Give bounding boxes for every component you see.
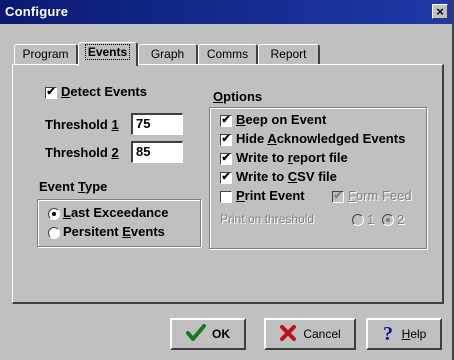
detect-events-label: Detect Events <box>61 84 147 99</box>
hide-acknowledged-events-checkbox[interactable]: ✔ <box>220 134 232 146</box>
tab-events-label: Events <box>84 44 131 60</box>
help-label: Help <box>401 327 427 341</box>
threshold-2-input[interactable]: 85 <box>131 141 183 163</box>
tab-comms[interactable]: Comms <box>198 44 258 64</box>
checkmark-icon: ✔ <box>221 114 231 126</box>
event-type-group: Last Exceedance Persitent Events <box>37 199 201 247</box>
checkmark-icon: ✔ <box>333 190 343 202</box>
title-bar[interactable]: Configure × <box>0 0 452 24</box>
options-label: Options <box>213 89 263 104</box>
print-threshold-2-label: 2 <box>397 212 405 227</box>
tab-report-label: Report <box>270 47 307 61</box>
write-to-report-file-checkbox[interactable]: ✔ <box>220 153 232 165</box>
tab-graph[interactable]: Graph <box>138 44 198 64</box>
configure-window: Configure × Program Events Graph Comms R… <box>0 0 454 360</box>
print-threshold-2-radio[interactable] <box>382 214 394 226</box>
events-tab-panel: ✔ Detect Events Threshold 1 75 Threshold… <box>12 64 444 304</box>
persitent-events-label: Persitent Events <box>63 224 165 239</box>
x-icon <box>279 324 297 345</box>
tab-report[interactable]: Report <box>258 44 320 64</box>
print-on-threshold-label: Print on threshold <box>220 212 315 226</box>
cancel-label: Cancel <box>303 327 341 341</box>
print-threshold-1-radio[interactable] <box>352 214 364 226</box>
tab-events[interactable]: Events <box>78 42 138 66</box>
hide-acknowledged-events-label: Hide Acknowledged Events <box>236 131 406 146</box>
close-icon: × <box>436 4 444 19</box>
tab-program[interactable]: Program <box>14 44 78 64</box>
print-event-checkbox[interactable] <box>220 191 232 203</box>
write-to-csv-file-label: Write to CSV file <box>236 169 337 184</box>
write-to-report-file-label: Write to report file <box>236 150 348 165</box>
tab-program-label: Program <box>22 47 69 61</box>
ok-label: OK <box>212 327 230 341</box>
last-exceedance-radio[interactable] <box>48 208 60 220</box>
options-group: ✔ Beep on Event ✔ Hide Acknowledged Even… <box>209 107 427 249</box>
question-icon: ? <box>382 323 396 346</box>
tab-graph-label: Graph <box>150 47 185 61</box>
form-feed-label: Form Feed <box>348 188 412 203</box>
help-button[interactable]: ? Help <box>366 318 442 350</box>
ok-button[interactable]: OK <box>170 318 246 350</box>
last-exceedance-label: Last Exceedance <box>63 205 169 220</box>
checkmark-icon: ✔ <box>46 86 56 98</box>
cancel-button[interactable]: Cancel <box>264 318 356 350</box>
print-event-label: Print Event <box>236 188 305 203</box>
checkmark-icon <box>186 323 206 345</box>
checkmark-icon: ✔ <box>221 171 231 183</box>
beep-on-event-checkbox[interactable]: ✔ <box>220 115 232 127</box>
tab-comms-label: Comms <box>206 47 249 61</box>
detect-events-checkbox[interactable]: ✔ <box>45 87 57 99</box>
event-type-label: Event Type <box>39 179 108 194</box>
beep-on-event-label: Beep on Event <box>236 112 327 127</box>
threshold-1-label: Threshold 1 <box>45 117 119 132</box>
print-threshold-1-label: 1 <box>367 212 375 227</box>
checkmark-icon: ✔ <box>221 133 231 145</box>
threshold-1-input[interactable]: 75 <box>131 113 183 135</box>
form-feed-checkbox[interactable]: ✔ <box>332 191 344 203</box>
close-button[interactable]: × <box>432 4 448 19</box>
window-title: Configure <box>5 4 69 19</box>
threshold-2-label: Threshold 2 <box>45 145 119 160</box>
persitent-events-radio[interactable] <box>48 227 60 239</box>
svg-text:?: ? <box>383 323 393 343</box>
write-to-csv-file-checkbox[interactable]: ✔ <box>220 172 232 184</box>
checkmark-icon: ✔ <box>221 152 231 164</box>
